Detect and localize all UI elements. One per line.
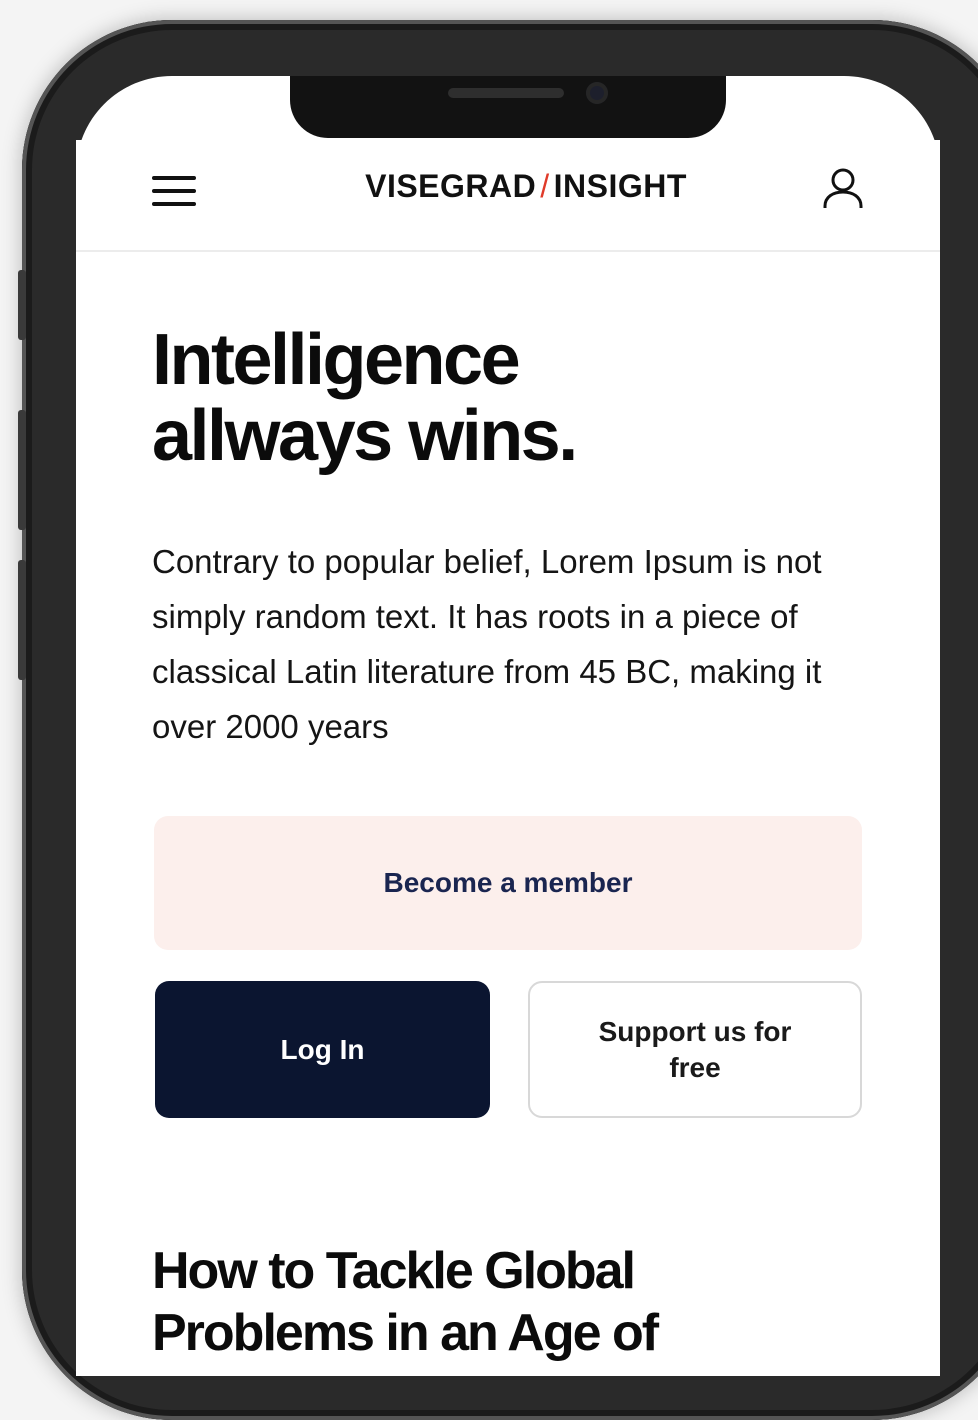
mute-switch	[18, 270, 26, 340]
logo-separator: /	[540, 168, 550, 204]
site-header: VISEGRAD / INSIGHT	[76, 140, 940, 252]
site-logo[interactable]: VISEGRAD / INSIGHT	[236, 168, 816, 205]
become-member-button[interactable]: Become a member	[154, 816, 862, 950]
headline-line-2: allways wins.	[152, 396, 578, 476]
user-account-icon[interactable]	[820, 166, 866, 212]
volume-up-button	[18, 410, 26, 530]
logo-right: INSIGHT	[553, 168, 687, 204]
hero-headline: Intelligence allways wins.	[152, 322, 852, 474]
front-camera	[586, 82, 608, 104]
support-us-button[interactable]: Support us for free	[528, 981, 862, 1118]
volume-down-button	[18, 560, 26, 680]
headline-line-1: Intelligence	[152, 320, 521, 400]
login-button[interactable]: Log In	[155, 981, 490, 1118]
hamburger-menu-icon[interactable]	[152, 174, 198, 210]
hero-body-text: Contrary to popular belief, Lorem Ipsum …	[152, 543, 822, 745]
speaker-grille	[448, 88, 564, 98]
article-title[interactable]: How to Tackle Global Problems in an Age …	[152, 1240, 852, 1364]
phone-notch	[290, 76, 726, 138]
logo-left: VISEGRAD	[365, 168, 537, 204]
